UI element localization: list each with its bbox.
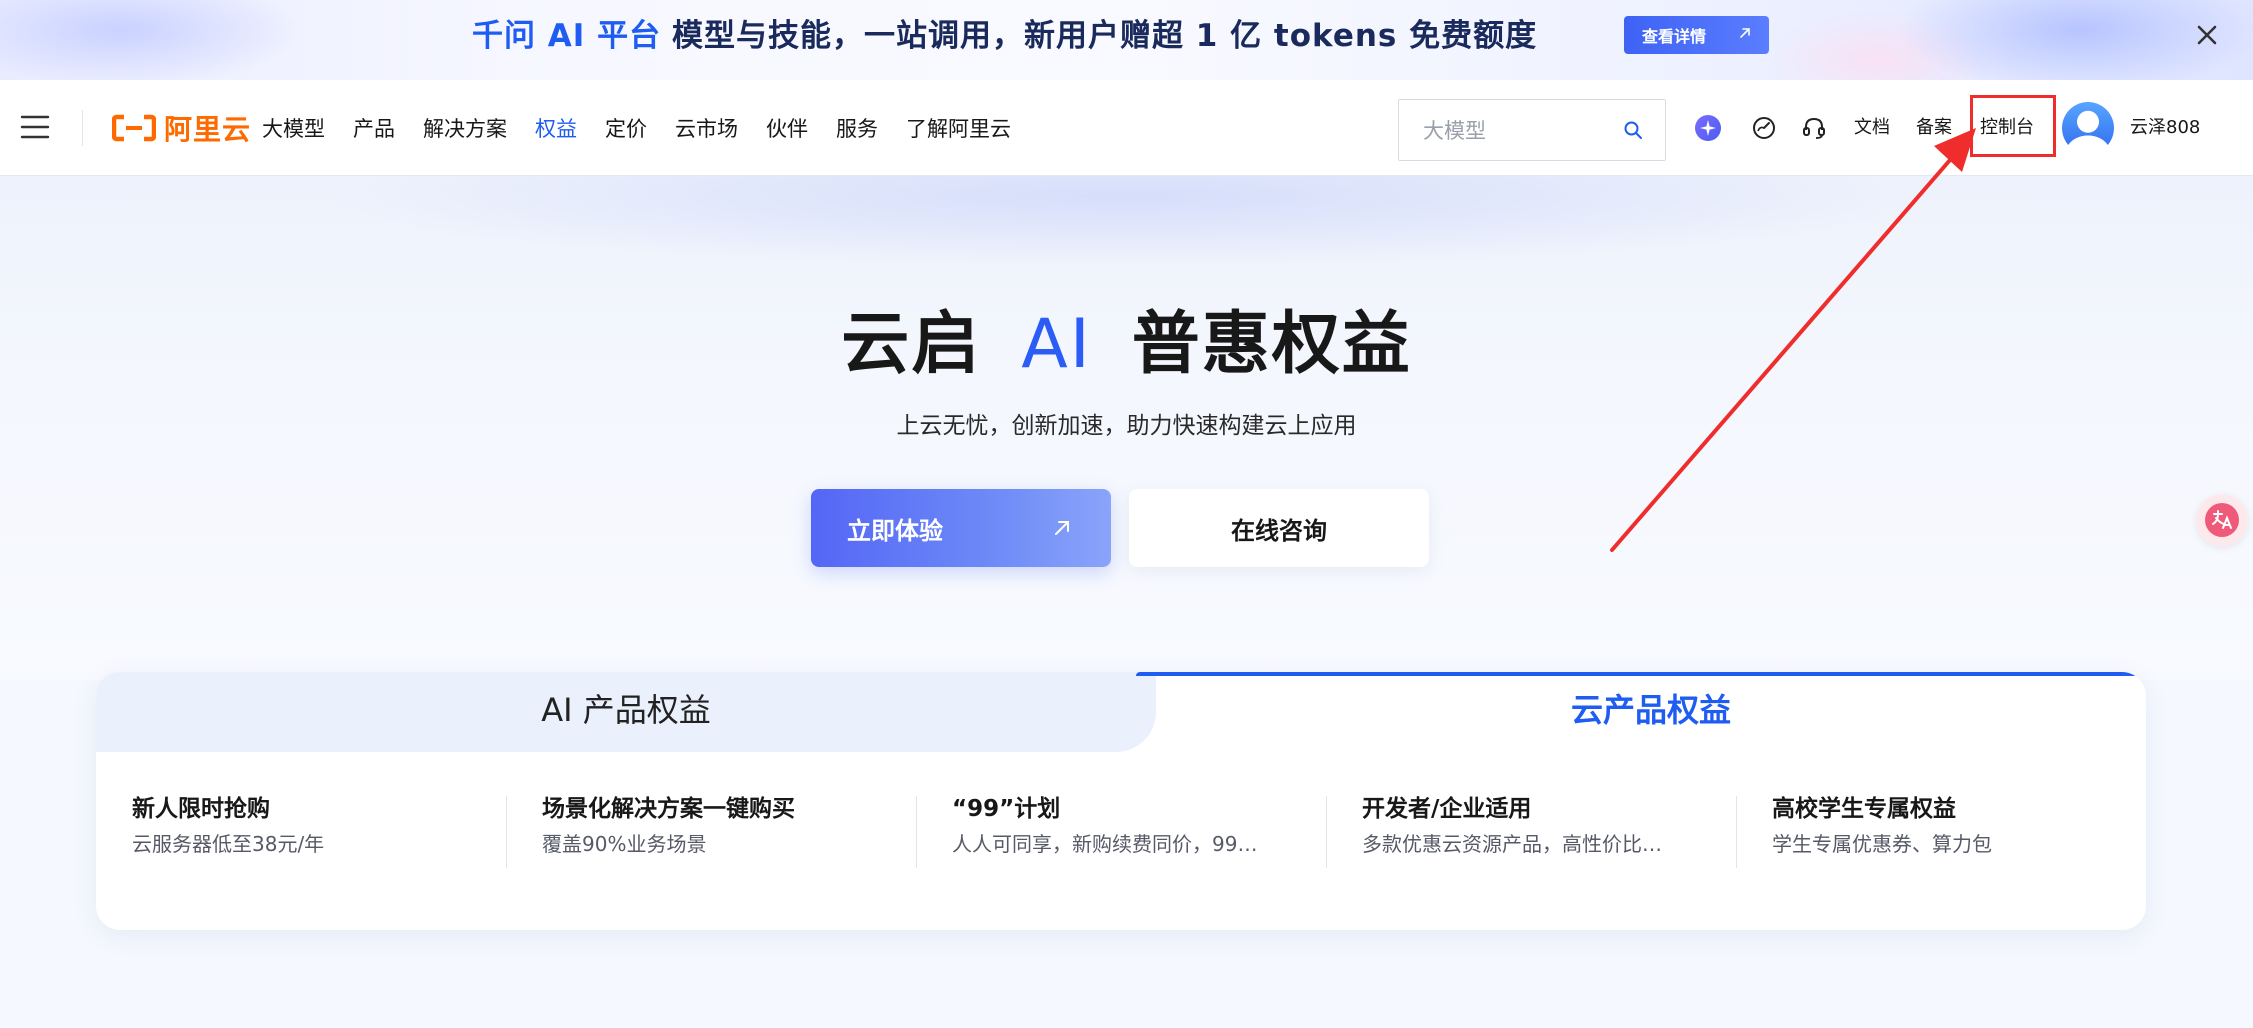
- online-consult-label: 在线咨询: [1231, 516, 1327, 545]
- nav-item-3[interactable]: 权益: [535, 113, 577, 143]
- docs-link[interactable]: 文档: [1854, 114, 1890, 142]
- feature-title: 高校学生专属权益: [1772, 796, 1956, 822]
- try-now-button[interactable]: 立即体验: [811, 489, 1111, 567]
- headset-icon[interactable]: [1800, 114, 1828, 142]
- feature-desc: 多款优惠云资源产品，高性价比…: [1362, 832, 1662, 856]
- nav-item-7[interactable]: 服务: [836, 113, 878, 143]
- feature-desc: 覆盖90%业务场景: [542, 832, 707, 856]
- feature-item[interactable]: 场景化解决方案一键购买 覆盖90%业务场景: [542, 792, 902, 860]
- feature-item[interactable]: 开发者/企业适用多款优惠云资源产品，高性价比…: [1362, 792, 1722, 860]
- feature-desc: 云服务器低至38元/年: [132, 832, 325, 856]
- translate-icon[interactable]: [2196, 494, 2248, 546]
- username[interactable]: 云泽808: [2130, 114, 2200, 142]
- banner-message: 模型与技能，一站调用，新用户赠超 1 亿 tokens 免费额度: [671, 18, 1538, 54]
- feature-item[interactable]: 高校学生专属权益学生专属优惠券、算力包: [1772, 792, 2132, 860]
- banner-brand: 千问 AI 平台: [472, 18, 662, 54]
- feature-divider: [1326, 796, 1327, 868]
- hero-title-part1: 云启: [841, 305, 982, 384]
- nav-item-2[interactable]: 解决方案: [423, 113, 507, 143]
- banner-details-button[interactable]: 查看详情: [1624, 16, 1769, 54]
- arrow-up-right-icon: [1740, 28, 1750, 38]
- feature-title: 开发者/企业适用: [1362, 796, 1532, 822]
- feature-item[interactable]: 新人限时抢购云服务器低至38元/年: [132, 792, 492, 860]
- tab-cloud-benefits[interactable]: 云产品权益: [1156, 684, 2146, 736]
- tab-ai-benefits[interactable]: AI 产品权益: [96, 684, 1156, 736]
- filing-link[interactable]: 备案: [1916, 114, 1952, 142]
- search-icon[interactable]: [1623, 120, 1643, 140]
- feature-desc: 人人可同享，新购续费同价，99…: [952, 832, 1258, 856]
- hero-title-part2: 普惠权益: [1131, 305, 1412, 384]
- benefits-panel: AI 产品权益 云产品权益 新人限时抢购 云服务器低至38元/年 场景化解决方案一键…: [96, 672, 2146, 930]
- feature-item[interactable]: “99”计划人人可同享，新购续费同价，99…: [952, 792, 1312, 860]
- search-input[interactable]: [1421, 112, 1615, 150]
- menu-icon[interactable]: [20, 114, 50, 140]
- feature-divider: [506, 796, 507, 868]
- promo-banner: 千问 AI 平台 模型与技能，一站调用，新用户赠超 1 亿 tokens 免费额…: [0, 0, 2253, 80]
- close-icon[interactable]: [2192, 20, 2222, 50]
- console-link[interactable]: 控制台: [1980, 114, 2034, 142]
- speedometer-icon[interactable]: [1750, 114, 1778, 142]
- search-box[interactable]: [1398, 99, 1666, 161]
- main-nav: 大模型 产品 解决方案 权益 定价 云市场 伙伴 服务 了解阿里云: [262, 108, 1039, 148]
- tab-cloud-indicator: [1136, 672, 2146, 676]
- logo-text: 阿里云: [164, 113, 252, 146]
- hero-subtitle: 上云无忧，创新加速，助力快速构建云上应用: [896, 413, 1357, 439]
- feature-title: “99”计划: [952, 796, 1061, 822]
- feature-divider: [1736, 796, 1737, 868]
- feature-title: 场景化解决方案一键购买: [542, 796, 795, 822]
- feature-title: 新人限时抢购: [132, 796, 270, 822]
- avatar[interactable]: [2062, 102, 2114, 154]
- banner-text[interactable]: 千问 AI 平台 模型与技能，一站调用，新用户赠超 1 亿 tokens 免费额…: [472, 14, 1537, 58]
- aliyun-logo-icon: [112, 114, 156, 142]
- sparkle-icon[interactable]: [1694, 114, 1722, 142]
- nav-item-0[interactable]: 大模型: [262, 113, 325, 143]
- nav-item-1[interactable]: 产品: [353, 113, 395, 143]
- feature-list: 新人限时抢购 云服务器低至38元/年 场景化解决方案一键购买 覆盖90%业务场景 “99…: [96, 792, 2146, 882]
- feature-desc: 学生专属优惠券、算力包: [1772, 832, 1992, 856]
- arrow-up-right-icon: [1055, 521, 1069, 535]
- hero-section: 云启 AI 普惠权益 上云无忧，创新加速，助力快速构建云上应用 立即体验 在线咨询: [0, 176, 2253, 680]
- online-consult-button[interactable]: 在线咨询: [1129, 489, 1429, 567]
- try-now-label: 立即体验: [847, 516, 943, 545]
- hero-title-ai: AI: [1021, 305, 1092, 384]
- nav-item-5[interactable]: 云市场: [675, 113, 738, 143]
- feature-divider: [916, 796, 917, 868]
- top-navbar: 阿里云 大模型产品解决方案权益定价云市场伙伴服务了解阿里云 文档 备案 控制台: [0, 80, 2253, 176]
- nav-divider: [82, 110, 83, 146]
- nav-item-8[interactable]: 了解阿里云: [906, 113, 1011, 143]
- aliyun-logo[interactable]: 阿里云: [112, 108, 251, 148]
- nav-item-6[interactable]: 伙伴: [766, 113, 808, 143]
- banner-details-label: 查看详情: [1642, 27, 1707, 46]
- hero-title: 云启 AI 普惠权益: [0, 288, 2253, 387]
- nav-item-4[interactable]: 定价: [605, 113, 647, 143]
